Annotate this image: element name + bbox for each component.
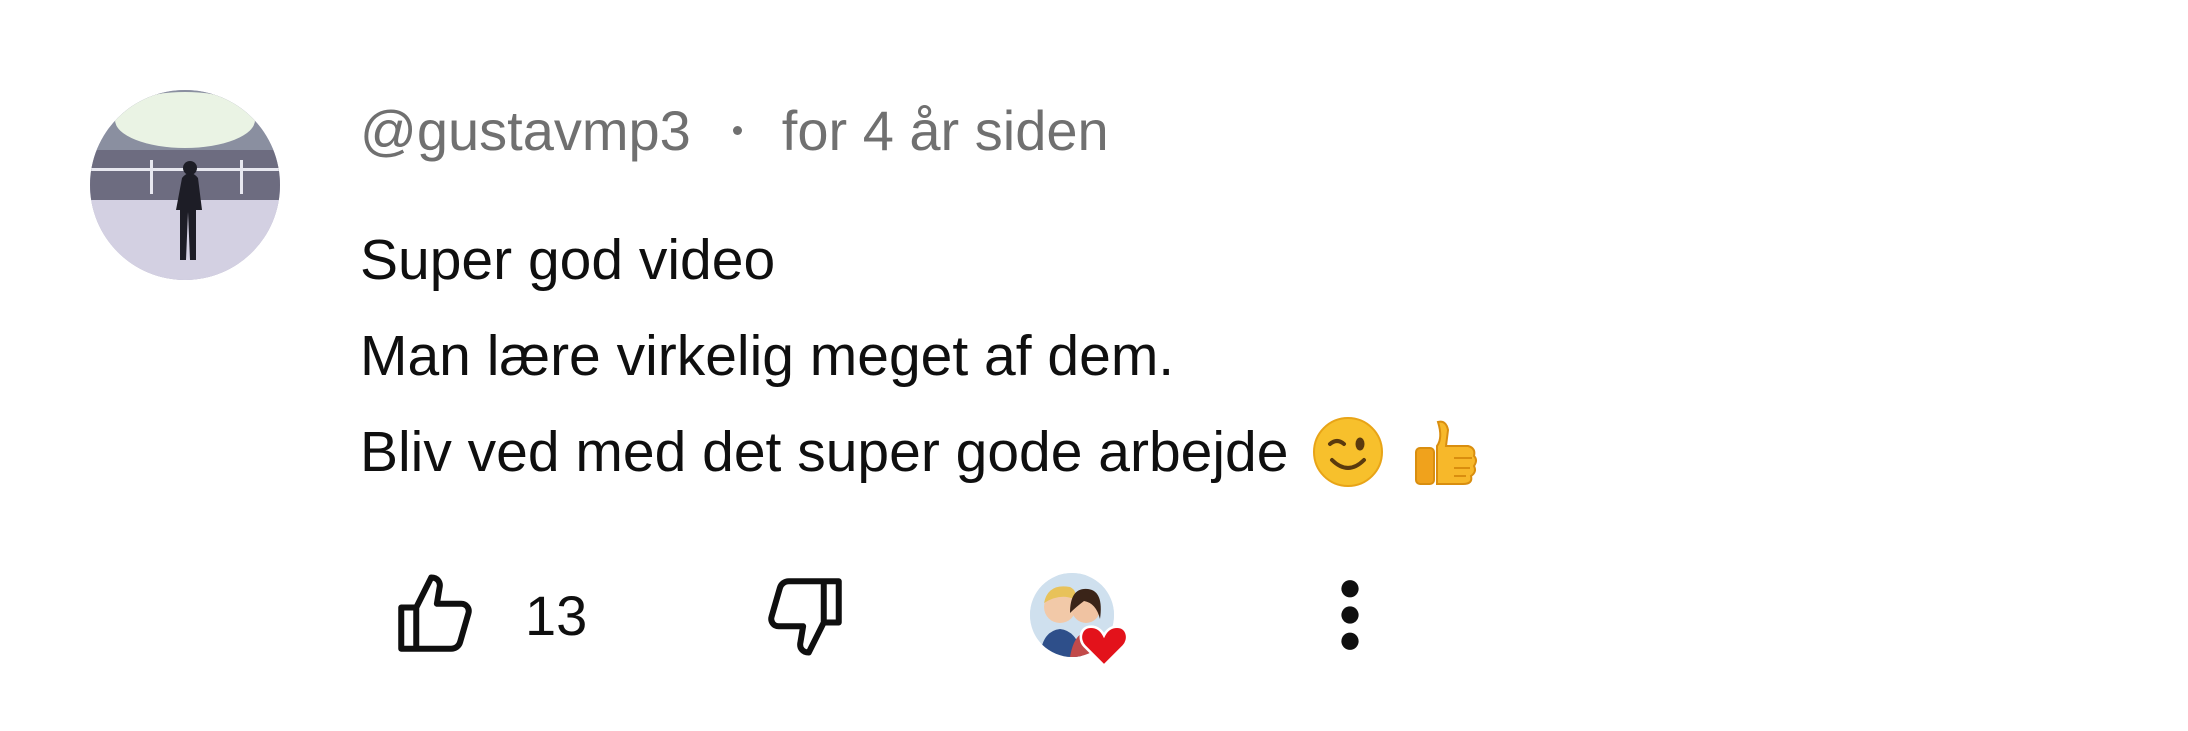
thumbs-down-outline-icon bbox=[768, 578, 842, 656]
winking-face-icon bbox=[1310, 414, 1386, 490]
creator-heart-badge[interactable] bbox=[1030, 565, 1129, 668]
comment-thread: @gustavmp3 for 4 år siden Super god vide… bbox=[0, 0, 2188, 731]
author-avatar-photo bbox=[90, 90, 280, 280]
author-avatar[interactable] bbox=[90, 90, 280, 280]
more-actions-button[interactable] bbox=[1315, 565, 1385, 665]
vertical-dots-icon bbox=[1341, 580, 1359, 650]
comment-line-1: Super god video bbox=[360, 228, 776, 292]
comment-line-3: Bliv ved med det super gode arbejde bbox=[360, 420, 1289, 484]
comment-line-2: Man lære virkelig meget af dem. bbox=[360, 324, 1175, 388]
comment-header: @gustavmp3 for 4 år siden bbox=[360, 98, 1109, 163]
heart-icon bbox=[1079, 625, 1129, 668]
like-button[interactable]: 13 bbox=[390, 565, 587, 665]
like-count: 13 bbox=[525, 583, 588, 647]
comment-actions: 13 bbox=[390, 565, 1490, 668]
author-name[interactable]: @gustavmp3 bbox=[360, 98, 691, 163]
dislike-button[interactable] bbox=[760, 565, 850, 665]
comment-body: Super god video Man lære virkelig meget … bbox=[360, 212, 1484, 500]
thumbs-up-icon bbox=[1408, 414, 1484, 490]
thumbs-up-outline-icon bbox=[398, 574, 472, 652]
separator-dot bbox=[732, 125, 742, 135]
comment-timestamp[interactable]: for 4 år siden bbox=[782, 98, 1109, 163]
comment-line-3-row: Bliv ved med det super gode arbejde bbox=[360, 404, 1484, 500]
